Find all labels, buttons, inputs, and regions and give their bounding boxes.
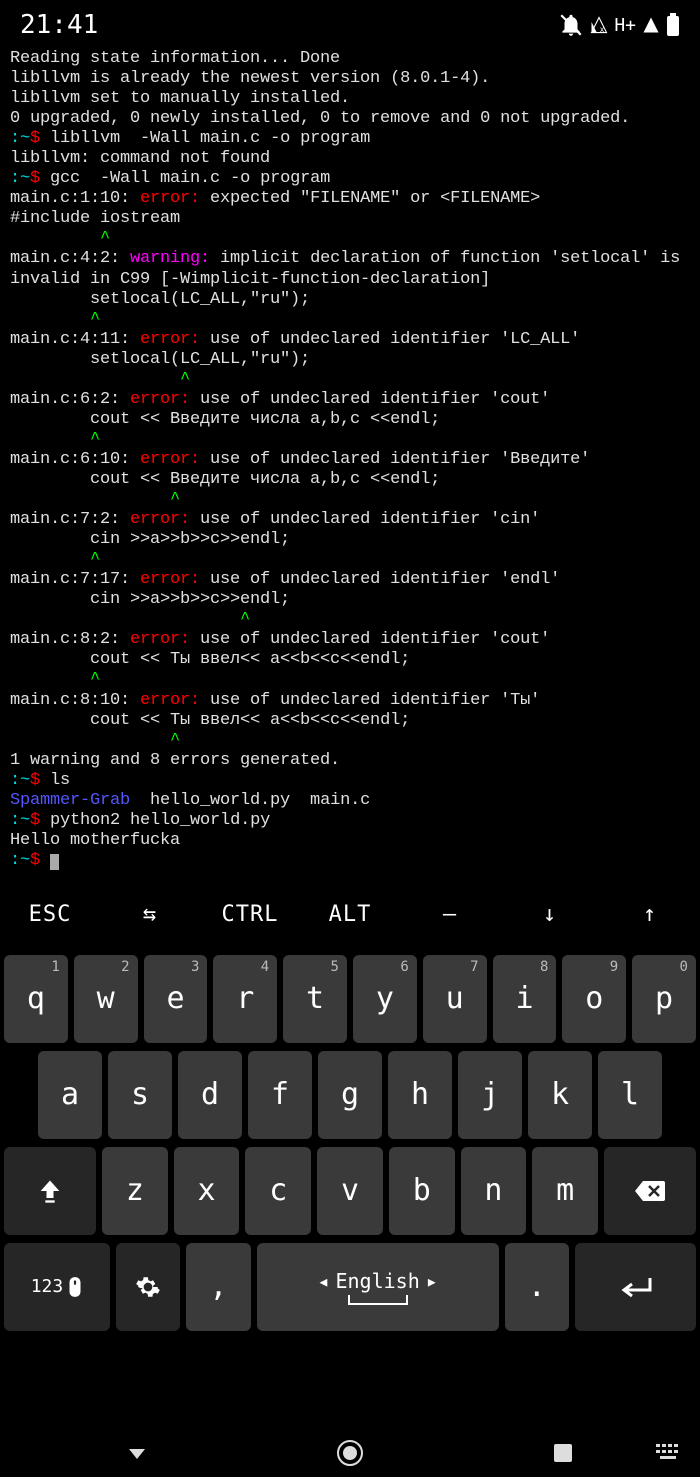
terminal-line: setlocal(LC_ALL,"ru");: [10, 350, 690, 370]
esc-key[interactable]: ESC: [0, 902, 100, 927]
numeric-key[interactable]: 123: [4, 1243, 110, 1331]
recents-button[interactable]: [547, 1437, 579, 1469]
key-d[interactable]: d: [178, 1051, 242, 1139]
terminal-line: main.c:7:17: error: use of undeclared id…: [10, 570, 690, 590]
key-i[interactable]: i8: [493, 955, 557, 1043]
terminal-line: main.c:8:2: error: use of undeclared ide…: [10, 630, 690, 650]
key-x[interactable]: x: [174, 1147, 240, 1235]
terminal-line: cin >>a>>b>>c>>endl;: [10, 530, 690, 550]
key-w[interactable]: w2: [74, 955, 138, 1043]
period-key[interactable]: .: [505, 1243, 569, 1331]
key-m[interactable]: m: [532, 1147, 598, 1235]
alt-key[interactable]: ALT: [300, 902, 400, 927]
status-icons: x H+: [558, 12, 680, 38]
terminal-line: setlocal(LC_ALL,"ru");: [10, 290, 690, 310]
key-n[interactable]: n: [461, 1147, 527, 1235]
terminal-line: ^: [10, 310, 690, 330]
key-o[interactable]: o9: [562, 955, 626, 1043]
status-time: 21:41: [20, 10, 98, 40]
key-l[interactable]: l: [598, 1051, 662, 1139]
space-key[interactable]: ◂ English ▸: [257, 1243, 499, 1331]
terminal-line: cout << Ты ввел<< a<<b<<c<<endl;: [10, 711, 690, 731]
svg-text:x: x: [600, 25, 605, 34]
back-button[interactable]: [121, 1437, 153, 1469]
home-button[interactable]: [334, 1437, 366, 1469]
key-j[interactable]: j: [458, 1051, 522, 1139]
key-p[interactable]: p0: [632, 955, 696, 1043]
terminal-line: ^: [10, 731, 690, 751]
key-v[interactable]: v: [317, 1147, 383, 1235]
status-bar: 21:41 x H+: [0, 0, 700, 45]
terminal-line: :~$ gcc -Wall main.c -o program: [10, 169, 690, 189]
signal2-icon: [642, 16, 660, 34]
terminal-line: libllvm is already the newest version (8…: [10, 69, 690, 89]
terminal-output[interactable]: Reading state information... Donelibllvm…: [0, 45, 700, 873]
terminal-line: :~$ ls: [10, 771, 690, 791]
key-f[interactable]: f: [248, 1051, 312, 1139]
terminal-line: main.c:7:2: error: use of undeclared ide…: [10, 510, 690, 530]
backspace-key[interactable]: [604, 1147, 696, 1235]
enter-key[interactable]: [575, 1243, 696, 1331]
terminal-line: cin >>a>>b>>c>>endl;: [10, 590, 690, 610]
terminal-extra-keys: ESC ⇆ CTRL ALT — ↓ ↑: [0, 881, 700, 949]
up-key[interactable]: ↑: [600, 902, 700, 927]
android-navbar: [0, 1429, 700, 1477]
terminal-line: :~$ libllvm -Wall main.c -o program: [10, 129, 690, 149]
terminal-line: cout << Ты ввел<< a<<b<<c<<endl;: [10, 650, 690, 670]
ime-switch-button[interactable]: [652, 1437, 684, 1469]
comma-key[interactable]: ,: [186, 1243, 250, 1331]
signal1-icon: x: [590, 16, 608, 34]
dash-key[interactable]: —: [400, 902, 500, 927]
key-k[interactable]: k: [528, 1051, 592, 1139]
key-s[interactable]: s: [108, 1051, 172, 1139]
terminal-line: main.c:6:10: error: use of undeclared id…: [10, 450, 690, 470]
terminal-line: ^: [10, 370, 690, 390]
terminal-line: main.c:8:10: error: use of undeclared id…: [10, 691, 690, 711]
down-key[interactable]: ↓: [500, 902, 600, 927]
key-a[interactable]: a: [38, 1051, 102, 1139]
battery-icon: [666, 13, 680, 37]
key-q[interactable]: q1: [4, 955, 68, 1043]
key-y[interactable]: y6: [353, 955, 417, 1043]
key-c[interactable]: c: [245, 1147, 311, 1235]
terminal-line: ^: [10, 430, 690, 450]
terminal-line: main.c:6:2: error: use of undeclared ide…: [10, 390, 690, 410]
terminal-line: Spammer-Grab hello_world.py main.c: [10, 791, 690, 811]
terminal-line: main.c:1:10: error: expected "FILENAME" …: [10, 189, 690, 209]
terminal-line: #include iostream: [10, 209, 690, 229]
terminal-line: main.c:4:2: warning: implicit declaratio…: [10, 249, 690, 289]
terminal-line: libllvm set to manually installed.: [10, 89, 690, 109]
terminal-line: Reading state information... Done: [10, 49, 690, 69]
terminal-line: ^: [10, 670, 690, 690]
terminal-line: :~$ python2 hello_world.py: [10, 811, 690, 831]
terminal-line: ^: [10, 610, 690, 630]
key-r[interactable]: r4: [213, 955, 277, 1043]
key-z[interactable]: z: [102, 1147, 168, 1235]
network-label: H+: [614, 15, 636, 36]
terminal-line: 1 warning and 8 errors generated.: [10, 751, 690, 771]
terminal-line: :~$: [10, 851, 690, 871]
settings-key[interactable]: [116, 1243, 180, 1331]
dnd-icon: [558, 12, 584, 38]
terminal-line: ^: [10, 550, 690, 570]
terminal-line: 0 upgraded, 0 newly installed, 0 to remo…: [10, 109, 690, 129]
tab-key[interactable]: ⇆: [100, 902, 200, 927]
terminal-line: main.c:4:11: error: use of undeclared id…: [10, 330, 690, 350]
key-u[interactable]: u7: [423, 955, 487, 1043]
key-t[interactable]: t5: [283, 955, 347, 1043]
terminal-line: libllvm: command not found: [10, 149, 690, 169]
key-b[interactable]: b: [389, 1147, 455, 1235]
terminal-line: cout << Введите числа a,b,c <<endl;: [10, 470, 690, 490]
ctrl-key[interactable]: CTRL: [200, 902, 300, 927]
terminal-line: ^: [10, 229, 690, 249]
terminal-line: Hello motherfucka: [10, 831, 690, 851]
key-g[interactable]: g: [318, 1051, 382, 1139]
shift-key[interactable]: [4, 1147, 96, 1235]
terminal-line: cout << Введите числа a,b,c <<endl;: [10, 410, 690, 430]
terminal-line: ^: [10, 490, 690, 510]
key-e[interactable]: e3: [144, 955, 208, 1043]
soft-keyboard: q1w2e3r4t5y6u7i8o9p0 asdfghjkl zxcvbnm 1…: [0, 949, 700, 1331]
key-h[interactable]: h: [388, 1051, 452, 1139]
